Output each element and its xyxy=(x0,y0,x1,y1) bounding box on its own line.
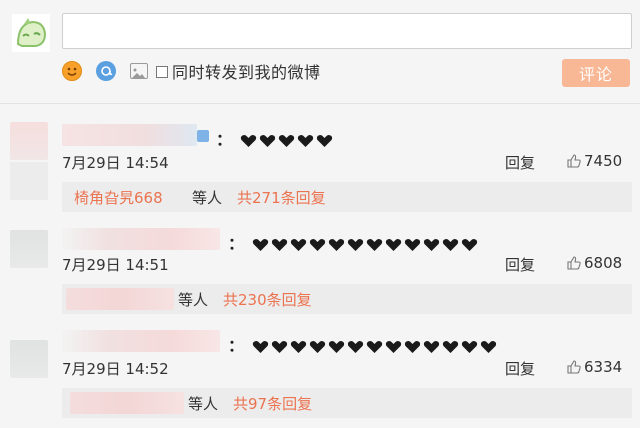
reply-button[interactable]: 回复 xyxy=(505,254,535,275)
comment-item: ： 7月29日 14:52 回复 6334 等人 共97条回复 xyxy=(0,322,640,428)
reply-button[interactable]: 回复 xyxy=(505,152,535,173)
black-heart-icon xyxy=(290,340,306,353)
black-heart-icon xyxy=(461,340,477,353)
comment-colon: ： xyxy=(228,336,246,355)
reply-username-redacted[interactable] xyxy=(66,288,174,310)
reply-others-label: 等人 xyxy=(192,189,223,207)
reply-button[interactable]: 回复 xyxy=(505,358,535,379)
avatar[interactable] xyxy=(10,230,48,268)
black-heart-icon xyxy=(442,340,458,353)
black-heart-icon xyxy=(328,340,344,353)
black-heart-icon xyxy=(385,238,401,251)
like-button[interactable]: 7450 xyxy=(566,152,622,170)
thumbs-up-icon xyxy=(567,256,581,270)
black-heart-icon xyxy=(480,340,496,353)
comment-time[interactable]: 7月29日 14:51 xyxy=(62,254,169,275)
black-heart-emoji-icon xyxy=(240,130,335,149)
comment-text: ： xyxy=(228,332,499,356)
black-heart-icon xyxy=(252,340,268,353)
black-heart-icon xyxy=(366,340,382,353)
black-heart-icon xyxy=(271,238,287,251)
black-heart-icon xyxy=(297,134,313,147)
current-user-avatar xyxy=(12,14,50,52)
reply-summary[interactable]: 等人 共230条回复 xyxy=(62,284,632,314)
black-heart-icon xyxy=(290,238,306,251)
thumbs-up-icon xyxy=(567,154,581,168)
composer-toolbar: 同时转发到我的微博 xyxy=(62,59,321,83)
comment-item: ： 7月29日 14:51 回复 6808 等人 共230条回复 xyxy=(0,216,640,322)
comment-colon: ： xyxy=(228,234,246,253)
comment-time[interactable]: 7月29日 14:54 xyxy=(62,152,169,173)
emoji-icon[interactable] xyxy=(62,61,82,81)
reply-total[interactable]: 共97条回复 xyxy=(233,393,312,414)
reply-summary[interactable]: 等人 共97条回复 xyxy=(62,388,632,418)
comment-text: ： xyxy=(228,230,480,254)
black-heart-icon xyxy=(328,238,344,251)
comment-item: ： 7月29日 14:54 回复 7450 椅角旮旯668 等人 共271条回复 xyxy=(0,104,640,216)
black-heart-icon xyxy=(278,134,294,147)
comment-input[interactable] xyxy=(62,13,632,49)
black-heart-icon xyxy=(423,238,439,251)
submit-comment-button[interactable]: 评论 xyxy=(562,59,630,87)
username-redacted[interactable] xyxy=(62,228,220,250)
black-heart-icon xyxy=(271,340,287,353)
black-heart-icon xyxy=(442,238,458,251)
repost-label: 同时转发到我的微博 xyxy=(172,63,321,82)
like-count: 6808 xyxy=(584,254,623,272)
black-heart-emoji-icon xyxy=(252,336,499,355)
black-heart-icon xyxy=(461,238,477,251)
like-button[interactable]: 6808 xyxy=(566,254,622,272)
thumbs-up-icon xyxy=(567,360,581,374)
avatar[interactable] xyxy=(10,340,48,378)
reply-username[interactable]: 椅角旮旯668 xyxy=(74,187,163,208)
username-redacted[interactable] xyxy=(62,124,197,146)
reply-total[interactable]: 共271条回复 xyxy=(237,187,326,208)
black-heart-icon xyxy=(404,340,420,353)
reply-others-label: 等人 xyxy=(188,395,219,413)
verified-badge-icon xyxy=(197,130,209,142)
like-button[interactable]: 6334 xyxy=(566,358,622,376)
black-heart-icon xyxy=(240,134,256,147)
black-heart-icon xyxy=(252,238,268,251)
reply-summary[interactable]: 椅角旮旯668 等人 共271条回复 xyxy=(62,182,632,212)
reply-total[interactable]: 共230条回复 xyxy=(223,289,312,310)
black-heart-icon xyxy=(347,340,363,353)
username-redacted[interactable] xyxy=(62,330,220,352)
black-heart-icon xyxy=(366,238,382,251)
comment-colon: ： xyxy=(216,130,234,149)
black-heart-emoji-icon xyxy=(252,234,480,253)
avatar[interactable] xyxy=(10,122,48,160)
comment-time[interactable]: 7月29日 14:52 xyxy=(62,358,169,379)
black-heart-icon xyxy=(309,340,325,353)
topic-icon[interactable] xyxy=(96,61,116,81)
like-count: 7450 xyxy=(584,152,623,170)
black-heart-icon xyxy=(259,134,275,147)
black-heart-icon xyxy=(347,238,363,251)
reply-username-redacted[interactable] xyxy=(70,392,184,414)
black-heart-icon xyxy=(385,340,401,353)
black-heart-icon xyxy=(404,238,420,251)
image-icon[interactable] xyxy=(130,63,148,79)
avatar-image xyxy=(12,14,50,52)
repost-checkbox[interactable] xyxy=(156,66,168,78)
black-heart-icon xyxy=(309,238,325,251)
comment-text: ： xyxy=(216,126,335,150)
avatar-placeholder xyxy=(10,162,48,200)
black-heart-icon xyxy=(423,340,439,353)
black-heart-icon xyxy=(316,134,332,147)
like-count: 6334 xyxy=(584,358,623,376)
reply-others-label: 等人 xyxy=(178,291,209,309)
